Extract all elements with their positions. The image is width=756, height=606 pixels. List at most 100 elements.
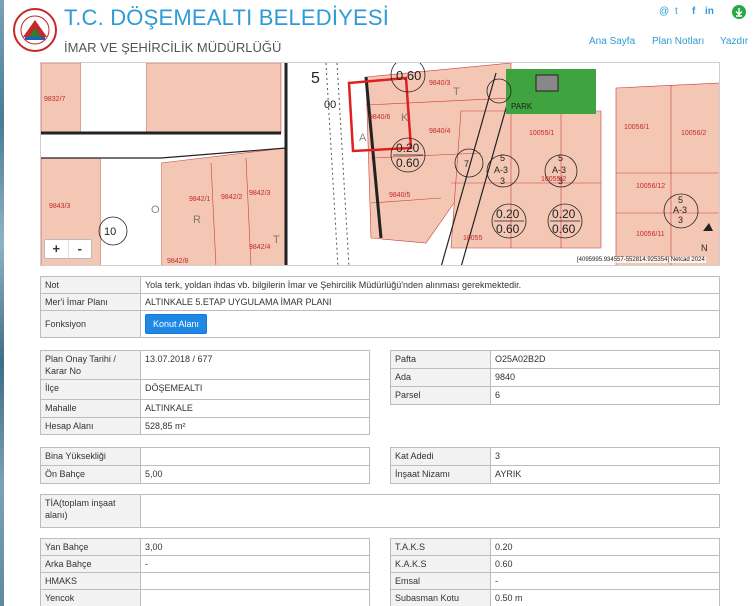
svg-text:9840/4: 9840/4	[429, 128, 451, 135]
floor-table: Kat Adedi 3 İnşaat Nizamı AYRIK	[390, 447, 720, 484]
plan-info-table: Not Yola terk, yoldan ihdas vb. bilgiler…	[40, 276, 720, 338]
svg-text:0.20: 0.20	[396, 141, 420, 155]
kaks-value: 0.60	[490, 555, 720, 573]
svg-text:0.20: 0.20	[496, 207, 520, 221]
svg-text:9843/3: 9843/3	[49, 203, 71, 210]
email-icon[interactable]: @	[659, 6, 669, 17]
front-garden-value: 5,00	[140, 465, 370, 484]
plan-value: ALTINKALE 5.ETAP UYGULAMA İMAR PLANI	[140, 293, 720, 311]
parsel-value: 6	[490, 386, 720, 405]
rear-garden-value: -	[140, 555, 370, 573]
svg-text:9842/8: 9842/8	[167, 258, 189, 265]
svg-text:9840/5: 9840/5	[389, 192, 411, 199]
svg-text:10055: 10055	[463, 235, 483, 242]
svg-text:A: A	[359, 132, 367, 144]
zoning-map[interactable]: 0.60 0.20 0.60 0.20 0.60 0.20 0.60 5 A-3…	[40, 62, 720, 266]
svg-text:9842/1: 9842/1	[189, 196, 211, 203]
setback-table: Yan Bahçe 3,00 Arka Bahçe - HMAKS Yencok	[40, 538, 370, 606]
linkedin-icon[interactable]: in	[705, 6, 714, 17]
svg-text:7: 7	[464, 159, 469, 169]
floors-value: 3	[490, 447, 720, 466]
page-title: T.C. DÖŞEMEALTI BELEDİYESİ	[64, 5, 390, 30]
map-zoom-control: + -	[44, 239, 92, 259]
svg-text:00: 00	[324, 99, 336, 111]
svg-text:5: 5	[311, 70, 320, 87]
district-value: DÖŞEMEALTI	[140, 379, 370, 400]
download-icon[interactable]	[732, 5, 746, 19]
municipality-logo[interactable]	[13, 8, 57, 52]
tia-value	[140, 494, 720, 528]
district-label: İlçe	[40, 379, 141, 400]
height-value	[140, 447, 370, 466]
coefficient-table: T.A.K.S 0.20 K.A.K.S 0.60 Emsal - Subasm…	[390, 538, 720, 606]
side-garden-label: Yan Bahçe	[40, 538, 141, 556]
svg-text:PARK: PARK	[511, 102, 533, 111]
svg-text:10056/2: 10056/2	[681, 130, 706, 137]
pafta-value: O25A02B2D	[490, 350, 720, 369]
area-label: Hesap Alanı	[40, 417, 141, 435]
cadastre-table: Pafta O25A02B2D Ada 9840 Parsel 6	[390, 350, 720, 405]
building-table: Bina Yüksekliği Ön Bahçe 5,00	[40, 447, 370, 484]
hmaks-label: HMAKS	[40, 572, 141, 590]
svg-text:10: 10	[104, 226, 116, 238]
svg-text:0.20: 0.20	[552, 207, 576, 221]
zoom-in-button[interactable]: +	[45, 240, 69, 258]
approval-label: Plan Onay Tarihi / Karar No	[40, 350, 141, 380]
svg-text:O: O	[151, 204, 160, 216]
function-button[interactable]: Konut Alanı	[145, 314, 208, 334]
svg-text:10055/1: 10055/1	[529, 130, 554, 137]
taks-label: T.A.K.S	[390, 538, 491, 556]
plan-label: Mer'i İmar Planı	[40, 293, 141, 311]
tia-label: TİA(toplam inşaat alanı)	[40, 494, 141, 528]
svg-text:5: 5	[678, 195, 683, 205]
svg-text:T: T	[273, 234, 280, 246]
svg-text:9840/6: 9840/6	[369, 114, 391, 121]
svg-text:0.60: 0.60	[496, 222, 520, 236]
svg-text:9832/7: 9832/7	[44, 96, 66, 103]
nav-print-link[interactable]: Yazdır	[720, 36, 748, 47]
neighborhood-label: Mahalle	[40, 399, 141, 418]
svg-text:9842/2: 9842/2	[221, 194, 243, 201]
construction-order-value: AYRIK	[490, 465, 720, 484]
svg-text:9842/4: 9842/4	[249, 244, 271, 251]
svg-text:A-3: A-3	[494, 165, 508, 175]
taks-value: 0.20	[490, 538, 720, 556]
yencok-value	[140, 589, 370, 606]
left-decorative-strip	[0, 0, 4, 606]
svg-text:A-3: A-3	[552, 165, 566, 175]
kaks-label: K.A.K.S	[390, 555, 491, 573]
parsel-label: Parsel	[390, 386, 491, 405]
nav-home-link[interactable]: Ana Sayfa	[589, 36, 635, 47]
function-label: Fonksiyon	[40, 310, 141, 338]
twitter-icon[interactable]: t	[675, 6, 678, 17]
svg-text:9840/3: 9840/3	[429, 80, 451, 87]
svg-text:K: K	[401, 112, 409, 124]
svg-text:0.60: 0.60	[396, 156, 420, 170]
construction-order-label: İnşaat Nizamı	[390, 465, 491, 484]
ada-value: 9840	[490, 368, 720, 387]
svg-text:T: T	[453, 86, 460, 98]
pafta-label: Pafta	[390, 350, 491, 369]
zoom-out-button[interactable]: -	[69, 240, 92, 258]
svg-text:5: 5	[558, 153, 563, 163]
tia-table: TİA(toplam inşaat alanı)	[40, 494, 720, 528]
facebook-icon[interactable]: f	[692, 6, 695, 17]
subasman-value: 0.50 m	[490, 589, 720, 606]
nav-plan-notes-link[interactable]: Plan Notları	[652, 36, 704, 47]
svg-text:10056/12: 10056/12	[636, 183, 665, 190]
neighborhood-value: ALTINKALE	[140, 399, 370, 418]
subasman-label: Subasman Kotu	[390, 589, 491, 606]
map-attribution: [4095995.934557-552814.925354] Netcad 20…	[576, 257, 706, 263]
svg-text:0.60: 0.60	[396, 68, 421, 83]
svg-text:A-3: A-3	[673, 205, 687, 215]
svg-text:10056/1: 10056/1	[624, 124, 649, 131]
area-value: 528,85 m²	[140, 417, 370, 435]
page-subtitle: İMAR VE ŞEHİRCİLİK MÜDÜRLÜĞÜ	[64, 40, 282, 55]
svg-text:R: R	[193, 214, 201, 226]
svg-text:N: N	[701, 243, 708, 253]
emsal-value: -	[490, 572, 720, 590]
note-value: Yola terk, yoldan ihdas vb. bilgilerin İ…	[140, 276, 720, 294]
rear-garden-label: Arka Bahçe	[40, 555, 141, 573]
site-header: T.C. DÖŞEMEALTI BELEDİYESİ İMAR VE ŞEHİR…	[4, 0, 756, 62]
note-label: Not	[40, 276, 141, 294]
